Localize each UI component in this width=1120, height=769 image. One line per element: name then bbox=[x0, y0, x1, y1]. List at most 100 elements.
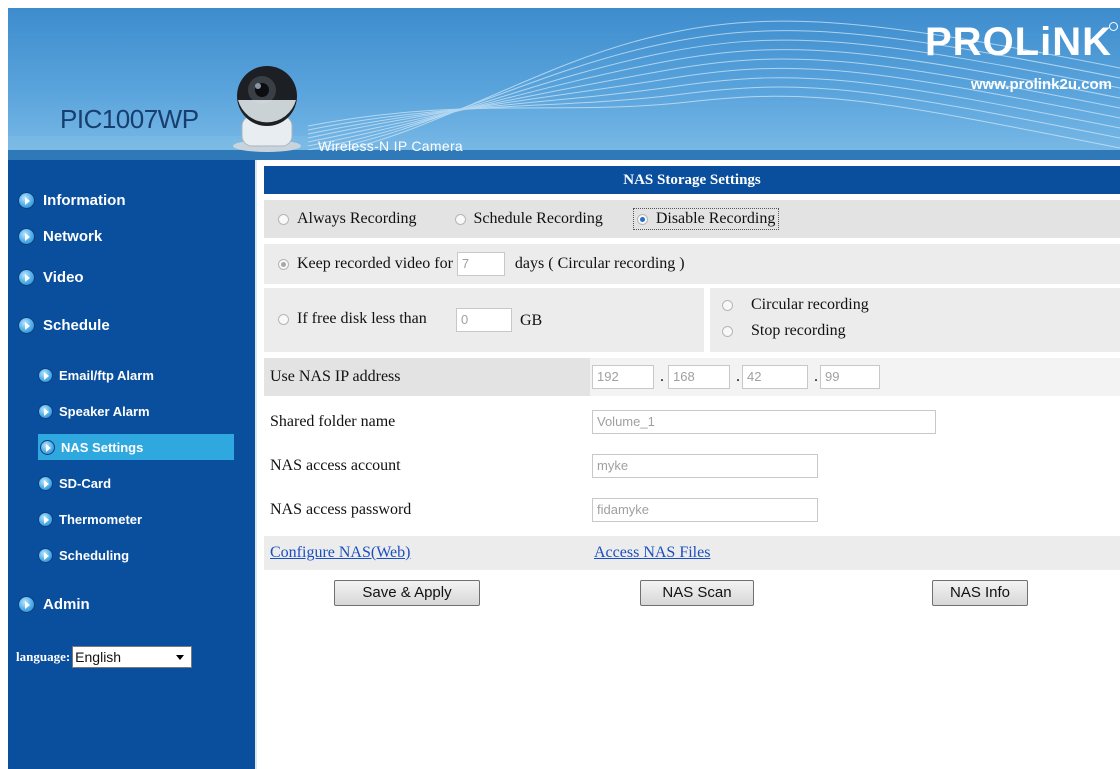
brand-url: www.prolink2u.com bbox=[970, 76, 1112, 93]
free-gb-input[interactable]: 0 bbox=[456, 308, 512, 332]
password-input[interactable]: fidamyke bbox=[592, 498, 818, 522]
shared-folder-row: Shared folder name Volume_1 bbox=[264, 404, 1120, 440]
sidebar-item-network[interactable]: Network bbox=[18, 228, 102, 245]
radio-stop-recording[interactable]: Stop recording bbox=[722, 322, 846, 340]
nas-ip-octet-4[interactable]: 99 bbox=[820, 365, 880, 389]
links-row: Configure NAS(Web) Access NAS Files bbox=[264, 536, 1120, 570]
arrow-bullet-icon bbox=[18, 596, 35, 613]
language-select[interactable]: English bbox=[72, 646, 193, 668]
panel-title: NAS Storage Settings bbox=[264, 166, 1120, 194]
radio-label: Disable Recording bbox=[655, 210, 776, 227]
sidebar-item-information[interactable]: Information bbox=[18, 192, 126, 209]
radio-schedule-recording[interactable]: Schedule Recording bbox=[454, 210, 603, 228]
arrow-bullet-icon bbox=[18, 228, 35, 245]
configure-nas-link[interactable]: Configure NAS(Web) bbox=[264, 544, 410, 562]
sidebar-item-label: Email/ftp Alarm bbox=[59, 368, 154, 383]
access-nas-files-link[interactable]: Access NAS Files bbox=[594, 544, 710, 562]
radio-circular-recording[interactable]: Circular recording bbox=[722, 296, 869, 314]
sidebar-item-label: Admin bbox=[43, 596, 90, 613]
nas-ip-octet-2[interactable]: 168 bbox=[668, 365, 730, 389]
arrow-bullet-icon bbox=[38, 512, 53, 527]
sidebar-item-scheduling[interactable]: Scheduling bbox=[38, 548, 129, 563]
nas-settings-panel: NAS Storage Settings Always Recording Sc… bbox=[264, 166, 1120, 606]
nas-ip-octet-3[interactable]: 42 bbox=[742, 365, 808, 389]
sidebar-item-label: Scheduling bbox=[59, 548, 130, 563]
camera-image bbox=[233, 66, 301, 152]
nas-ip-row: Use NAS IP address 192 . 168 . 42 . 99 bbox=[264, 358, 1120, 396]
sidebar-item-label: Schedule bbox=[43, 317, 110, 334]
arrow-bullet-icon bbox=[38, 404, 53, 419]
free-disk-label: If free disk less than bbox=[297, 310, 427, 327]
header-footband bbox=[8, 150, 1120, 160]
sidebar-item-thermometer[interactable]: Thermometer bbox=[38, 512, 142, 527]
shared-folder-input[interactable]: Volume_1 bbox=[592, 410, 936, 434]
language-value: English bbox=[75, 649, 122, 665]
radio-label: Always Recording bbox=[297, 210, 417, 227]
radio-label: Stop recording bbox=[751, 322, 846, 339]
radio-icon bbox=[278, 313, 289, 325]
radio-icon bbox=[278, 213, 289, 225]
model-name: PIC1007WP bbox=[60, 104, 199, 134]
sidebar-item-label: Video bbox=[43, 269, 84, 286]
sidebar-item-schedule[interactable]: Schedule bbox=[18, 317, 110, 334]
nas-scan-button[interactable]: NAS Scan bbox=[640, 580, 754, 606]
sidebar-item-label: NAS Settings bbox=[61, 439, 144, 455]
keep-days-input[interactable]: 7 bbox=[456, 252, 505, 276]
nas-info-button[interactable]: NAS Info bbox=[932, 580, 1028, 606]
radio-icon bbox=[454, 213, 466, 225]
nas-ip-octet-1[interactable]: 192 bbox=[592, 365, 654, 389]
sidebar-item-video[interactable]: Video bbox=[18, 269, 84, 286]
sidebar-item-nas-settings[interactable]: NAS Settings bbox=[38, 434, 234, 460]
keep-label: Keep recorded video for bbox=[297, 255, 453, 272]
arrow-bullet-icon bbox=[38, 368, 53, 383]
password-label: NAS access password bbox=[270, 501, 412, 518]
sidebar-item-label: SD-Card bbox=[59, 476, 112, 491]
language-label: language: bbox=[16, 649, 71, 664]
radio-selected-icon bbox=[636, 213, 648, 225]
radio-selected-icon bbox=[278, 258, 289, 270]
chevron-down-icon bbox=[176, 655, 185, 660]
ip-dot: . bbox=[660, 368, 664, 385]
radio-icon bbox=[722, 325, 733, 337]
sidebar-item-sd-card[interactable]: SD-Card bbox=[38, 476, 111, 491]
radio-keep-recorded[interactable]: Keep recorded video for bbox=[278, 255, 453, 273]
keep-days-row: Keep recorded video for 7 days ( Circula… bbox=[264, 244, 1120, 284]
sidebar-item-admin[interactable]: Admin bbox=[18, 596, 90, 613]
ip-dot: . bbox=[814, 368, 818, 385]
arrow-bullet-icon bbox=[38, 476, 53, 491]
arrow-bullet-icon bbox=[40, 439, 55, 455]
radio-free-disk[interactable]: If free disk less than bbox=[278, 310, 427, 328]
radio-label: Circular recording bbox=[751, 296, 869, 313]
recording-mode-row: Always Recording Schedule Recording Disa… bbox=[264, 200, 1120, 238]
sidebar: Information Network Video Schedule Email… bbox=[8, 160, 257, 769]
sidebar-item-label: Information bbox=[43, 192, 126, 209]
password-row: NAS access password fidamyke bbox=[264, 492, 1120, 528]
account-label: NAS access account bbox=[270, 457, 401, 474]
language-selector-row: language: English bbox=[16, 646, 193, 668]
arrow-bullet-icon bbox=[18, 317, 35, 334]
brand-logo: PROLiNK bbox=[925, 20, 1112, 64]
sidebar-item-label: Thermometer bbox=[59, 512, 143, 527]
sidebar-item-speaker-alarm[interactable]: Speaker Alarm bbox=[38, 404, 150, 419]
product-tagline: Wireless-N IP Camera bbox=[318, 138, 463, 154]
header-banner: PIC1007WP Wireless-N IP Camera PROLiNK w… bbox=[8, 8, 1120, 160]
free-gb-unit: GB bbox=[520, 312, 543, 329]
radio-label: Schedule Recording bbox=[473, 210, 603, 227]
free-disk-row: If free disk less than 0 GB Circular rec… bbox=[264, 288, 1120, 352]
sidebar-item-email-ftp-alarm[interactable]: Email/ftp Alarm bbox=[38, 368, 154, 383]
registered-mark-icon bbox=[1109, 22, 1118, 31]
nas-ip-label: Use NAS IP address bbox=[270, 368, 401, 385]
radio-icon bbox=[722, 299, 733, 311]
keep-days-suffix: days ( Circular recording ) bbox=[514, 255, 685, 272]
arrow-bullet-icon bbox=[18, 192, 35, 209]
arrow-bullet-icon bbox=[38, 548, 53, 563]
save-apply-button[interactable]: Save & Apply bbox=[334, 580, 480, 606]
ip-dot: . bbox=[736, 368, 740, 385]
radio-always-recording[interactable]: Always Recording bbox=[278, 210, 417, 228]
sidebar-item-label: Network bbox=[43, 228, 103, 245]
account-input[interactable]: myke bbox=[592, 454, 818, 478]
shared-folder-label: Shared folder name bbox=[270, 413, 396, 430]
radio-disable-recording[interactable]: Disable Recording bbox=[632, 208, 780, 230]
arrow-bullet-icon bbox=[18, 269, 35, 286]
sidebar-item-label: Speaker Alarm bbox=[59, 404, 150, 419]
